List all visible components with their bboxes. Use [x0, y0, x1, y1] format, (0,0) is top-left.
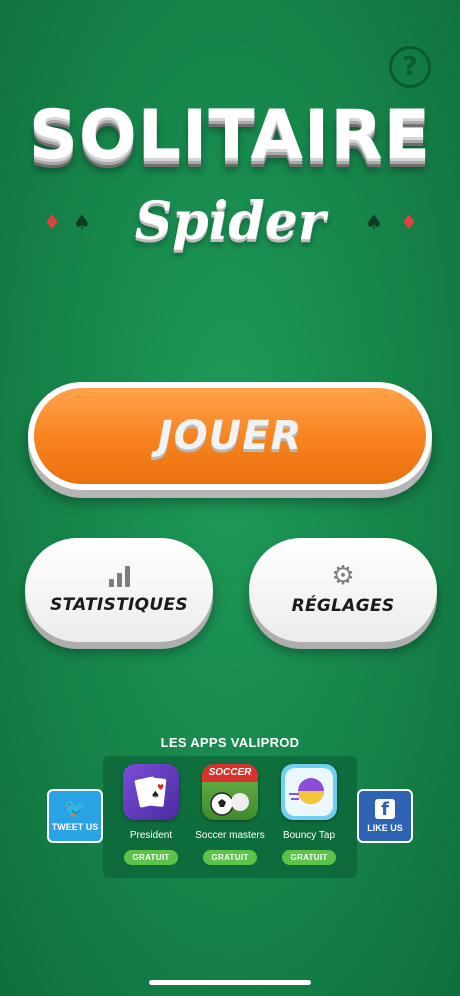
free-badge[interactable]: GRATUIT: [203, 850, 257, 865]
twitter-icon: 🐦: [63, 798, 87, 819]
app-name: President: [129, 830, 173, 841]
apps-panel: ♠ ♥ President GRATUIT SOCCER Soccer mast…: [103, 756, 357, 878]
soccer-masters-app-icon[interactable]: SOCCER: [202, 764, 258, 820]
svg-text:♥: ♥: [157, 783, 164, 792]
app-name: Bouncy Tap: [282, 830, 336, 841]
bouncy-tap-app-icon[interactable]: [281, 764, 337, 820]
game-title: SOLITAIRE: [28, 96, 432, 175]
president-app-icon[interactable]: ♠ ♥: [123, 764, 179, 820]
free-badge[interactable]: GRATUIT: [282, 850, 336, 865]
tweet-us-button[interactable]: 🐦 TWEET US: [47, 789, 103, 843]
statistics-button[interactable]: STATISTIQUES: [25, 538, 213, 642]
gear-icon: ⚙: [331, 561, 355, 591]
app-bouncy-tap[interactable]: Bouncy Tap GRATUIT: [269, 764, 349, 865]
apps-heading: LES APPS VALIPROD: [160, 735, 300, 750]
help-button[interactable]: ?: [389, 46, 431, 88]
like-us-button[interactable]: f LIKE US: [357, 789, 413, 843]
app-soccer-masters[interactable]: SOCCER Soccer masters GRATUIT: [190, 764, 270, 865]
settings-button[interactable]: ⚙ RÉGLAGES: [249, 538, 437, 642]
bar-chart-icon: [108, 565, 130, 587]
like-us-label: LIKE US: [367, 823, 403, 833]
play-button[interactable]: JOUER: [28, 382, 432, 490]
diamond-icon: ♦: [400, 210, 418, 234]
facebook-icon: f: [375, 799, 395, 820]
home-indicator[interactable]: [149, 980, 311, 985]
tweet-us-label: TWEET US: [51, 822, 99, 832]
app-president[interactable]: ♠ ♥ President GRATUIT: [111, 764, 191, 865]
spade-icon: ♠: [365, 210, 383, 234]
settings-button-label: RÉGLAGES: [291, 596, 395, 616]
play-button-face[interactable]: JOUER: [34, 388, 426, 484]
statistics-button-label: STATISTIQUES: [50, 595, 188, 615]
play-button-label: JOUER: [157, 413, 303, 459]
app-name: Soccer masters: [195, 830, 265, 841]
free-badge[interactable]: GRATUIT: [124, 850, 178, 865]
game-subtitle: Spider: [134, 191, 326, 252]
